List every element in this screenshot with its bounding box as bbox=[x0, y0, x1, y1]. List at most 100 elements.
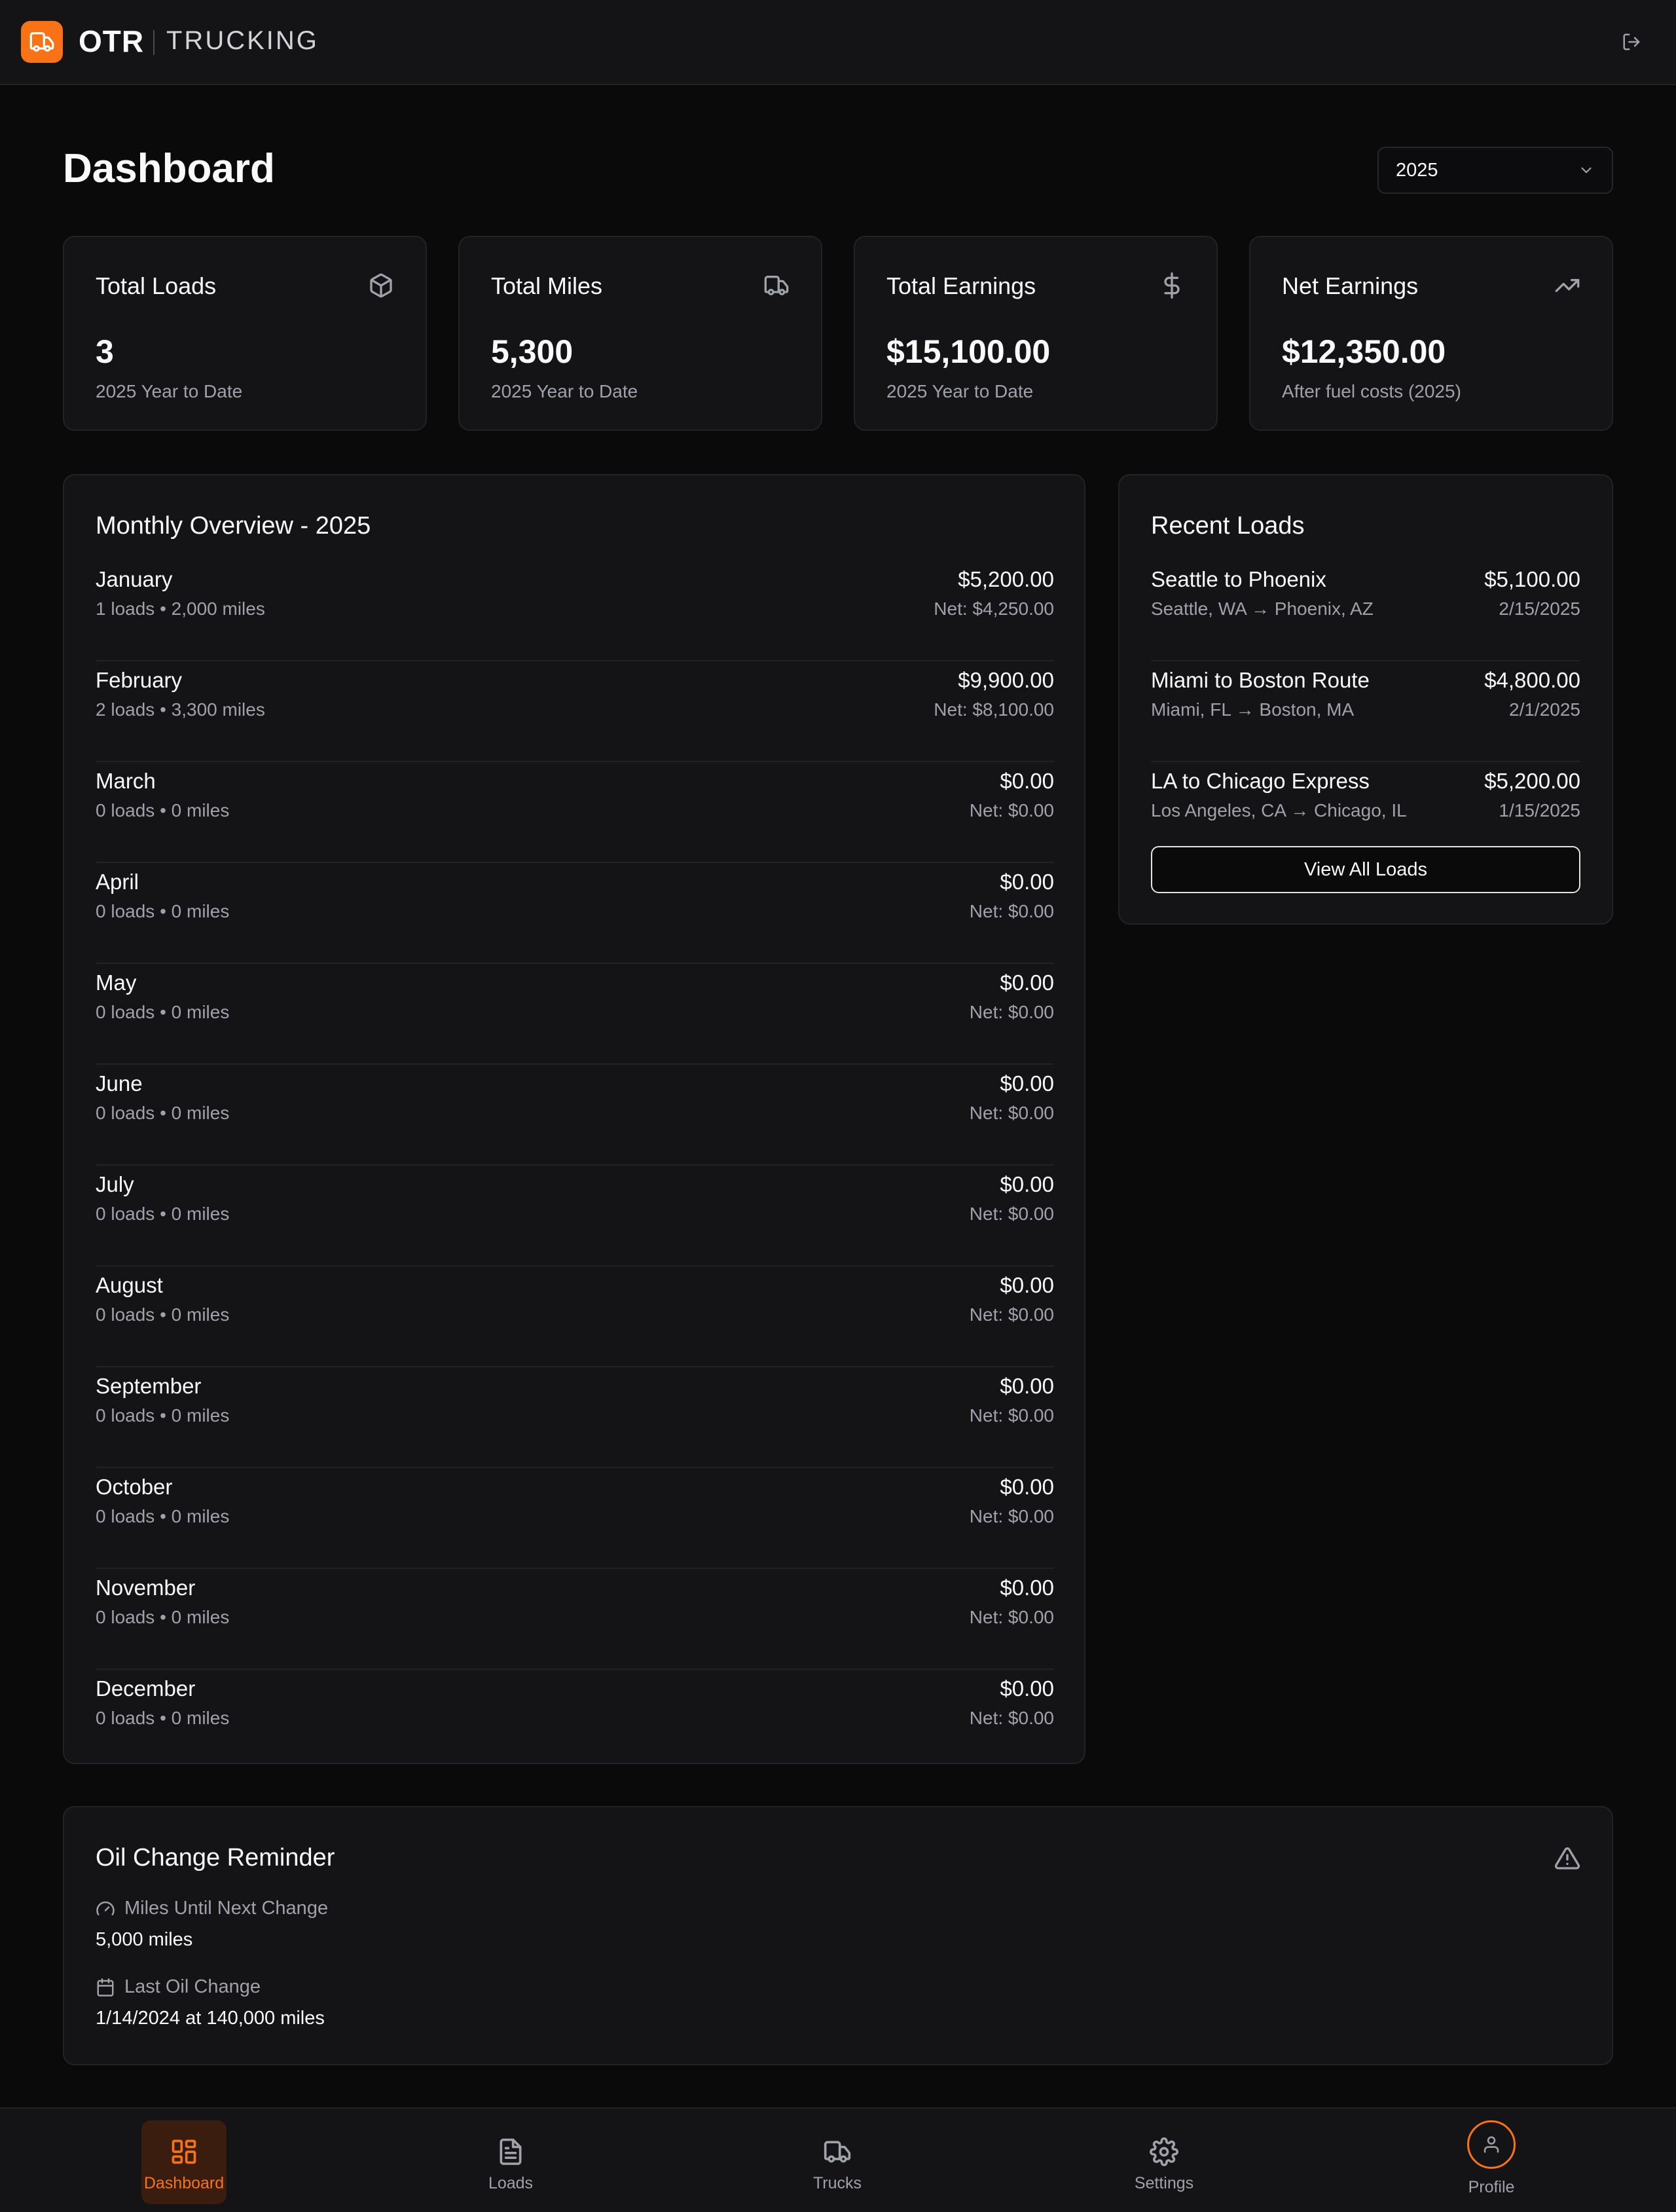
truck-icon bbox=[29, 32, 54, 52]
bottom-navigation: Dashboard Loads Trucks Settings Profile bbox=[0, 2107, 1676, 2212]
brand-divider bbox=[153, 30, 155, 55]
month-stats: 0 loads • 0 miles bbox=[96, 1708, 230, 1728]
view-all-loads-button[interactable]: View All Loads bbox=[1151, 846, 1580, 893]
stat-value: 3 bbox=[96, 333, 114, 370]
load-route: Los Angeles, CA → Chicago, IL bbox=[1151, 800, 1407, 820]
stat-card-total-earnings: Total Earnings $15,100.00 2025 Year to D… bbox=[854, 236, 1218, 431]
stat-title: Total Miles bbox=[491, 272, 603, 299]
nav-label: Loads bbox=[488, 2174, 534, 2192]
month-row: March 0 loads • 0 miles $0.00 Net: $0.00 bbox=[96, 762, 1054, 863]
truck-icon bbox=[824, 2141, 851, 2163]
dashboard-icon bbox=[172, 2139, 196, 2164]
nav-item-loads[interactable]: Loads bbox=[445, 2118, 576, 2204]
month-row: July 0 loads • 0 miles $0.00 Net: $0.00 bbox=[96, 1166, 1054, 1266]
year-select[interactable]: 2025 bbox=[1377, 147, 1613, 194]
last-change-label: Last Oil Change bbox=[124, 1976, 261, 1997]
month-name: December bbox=[96, 1676, 196, 1701]
profile-avatar[interactable] bbox=[1467, 2120, 1516, 2169]
month-name: November bbox=[96, 1576, 196, 1600]
month-row: December 0 loads • 0 miles $0.00 Net: $0… bbox=[96, 1670, 1054, 1771]
month-name: August bbox=[96, 1273, 163, 1297]
month-net: Net: $0.00 bbox=[969, 1708, 1054, 1728]
nav-label: Dashboard bbox=[143, 2174, 225, 2192]
month-row: May 0 loads • 0 miles $0.00 Net: $0.00 bbox=[96, 964, 1054, 1065]
section-title: Oil Change Reminder bbox=[96, 1844, 335, 1871]
stat-subtitle: 2025 Year to Date bbox=[491, 381, 638, 401]
chevron-down-icon bbox=[1581, 167, 1592, 174]
month-stats: 0 loads • 0 miles bbox=[96, 1506, 230, 1526]
nav-item-dashboard[interactable]: Dashboard bbox=[118, 2118, 249, 2204]
load-row[interactable]: Seattle to Phoenix Seattle, WA → Phoenix… bbox=[1151, 561, 1580, 661]
nav-item-trucks[interactable]: Trucks bbox=[772, 2118, 903, 2204]
month-name: September bbox=[96, 1374, 202, 1398]
calendar-icon bbox=[97, 1978, 114, 1997]
load-name: Miami to Boston Route bbox=[1151, 668, 1370, 692]
stat-subtitle: 2025 Year to Date bbox=[886, 381, 1034, 401]
month-gross: $5,200.00 bbox=[958, 567, 1054, 591]
nav-item-profile-label[interactable]: Profile bbox=[1426, 2178, 1557, 2197]
month-stats: 2 loads • 3,300 miles bbox=[96, 699, 265, 720]
stat-subtitle: After fuel costs (2025) bbox=[1282, 381, 1461, 401]
month-gross: $0.00 bbox=[1000, 1172, 1054, 1196]
stat-value: $12,350.00 bbox=[1282, 333, 1446, 370]
month-name: January bbox=[96, 567, 173, 591]
section-title: Monthly Overview - 2025 bbox=[96, 512, 371, 540]
month-stats: 0 loads • 0 miles bbox=[96, 1103, 230, 1123]
stat-subtitle: 2025 Year to Date bbox=[96, 381, 243, 401]
stat-title: Net Earnings bbox=[1282, 272, 1419, 299]
gauge-icon bbox=[96, 1901, 115, 1915]
truck-icon bbox=[764, 276, 789, 295]
logout-icon bbox=[1623, 33, 1640, 50]
month-name: March bbox=[96, 769, 156, 793]
month-name: June bbox=[96, 1071, 143, 1096]
package-icon bbox=[370, 273, 392, 298]
month-name: February bbox=[96, 668, 183, 692]
month-stats: 0 loads • 0 miles bbox=[96, 901, 230, 921]
month-name: May bbox=[96, 970, 137, 995]
month-net: Net: $4,250.00 bbox=[934, 599, 1054, 619]
nav-item-settings[interactable]: Settings bbox=[1099, 2118, 1230, 2204]
nav-label: Trucks bbox=[812, 2174, 862, 2192]
brand-name: OTR bbox=[79, 24, 145, 58]
load-amount: $5,100.00 bbox=[1484, 567, 1580, 591]
month-name: July bbox=[96, 1172, 134, 1196]
load-name: LA to Chicago Express bbox=[1151, 769, 1370, 793]
month-row: November 0 loads • 0 miles $0.00 Net: $0… bbox=[96, 1569, 1054, 1670]
month-net: Net: $0.00 bbox=[969, 1103, 1054, 1123]
month-stats: 0 loads • 0 miles bbox=[96, 1204, 230, 1224]
dollar-icon bbox=[1164, 272, 1180, 299]
load-route: Seattle, WA → Phoenix, AZ bbox=[1151, 599, 1374, 619]
month-gross: $0.00 bbox=[1000, 1676, 1054, 1701]
load-date: 2/1/2025 bbox=[1509, 699, 1580, 720]
recent-loads-list: Seattle to Phoenix Seattle, WA → Phoenix… bbox=[1151, 561, 1580, 821]
miles-until-label: Miles Until Next Change bbox=[124, 1898, 329, 1919]
document-icon bbox=[500, 2138, 522, 2166]
month-row: January 1 loads • 2,000 miles $5,200.00 … bbox=[96, 561, 1054, 661]
load-row[interactable]: Miami to Boston Route Miami, FL → Boston… bbox=[1151, 661, 1580, 762]
monthly-overview-card: Monthly Overview - 2025 January 1 loads … bbox=[63, 474, 1085, 1764]
month-stats: 1 loads • 2,000 miles bbox=[96, 599, 265, 619]
month-row: October 0 loads • 0 miles $0.00 Net: $0.… bbox=[96, 1468, 1054, 1569]
month-gross: $0.00 bbox=[1000, 1576, 1054, 1600]
load-row[interactable]: LA to Chicago Express Los Angeles, CA → … bbox=[1151, 762, 1580, 821]
month-net: Net: $0.00 bbox=[969, 1304, 1054, 1325]
month-gross: $0.00 bbox=[1000, 1374, 1054, 1398]
miles-until-value: 5,000 miles bbox=[96, 1929, 193, 1950]
stat-value: $15,100.00 bbox=[886, 333, 1051, 370]
month-stats: 0 loads • 0 miles bbox=[96, 1607, 230, 1627]
load-amount: $5,200.00 bbox=[1484, 769, 1580, 793]
app-logo[interactable] bbox=[21, 21, 63, 63]
load-amount: $4,800.00 bbox=[1484, 668, 1580, 692]
month-stats: 0 loads • 0 miles bbox=[96, 1304, 230, 1325]
month-net: Net: $0.00 bbox=[969, 800, 1054, 820]
nav-label: Settings bbox=[1134, 2174, 1194, 2192]
month-name: April bbox=[96, 870, 139, 894]
app-header: OTR TRUCKING bbox=[0, 0, 1676, 85]
logout-button[interactable] bbox=[1618, 29, 1645, 55]
gear-icon bbox=[1150, 2137, 1178, 2166]
month-list: January 1 loads • 2,000 miles $5,200.00 … bbox=[96, 561, 1054, 1771]
load-name: Seattle to Phoenix bbox=[1151, 567, 1326, 591]
stat-card-total-loads: Total Loads 3 2025 Year to Date bbox=[63, 236, 427, 431]
month-name: October bbox=[96, 1475, 173, 1499]
month-gross: $0.00 bbox=[1000, 970, 1054, 995]
